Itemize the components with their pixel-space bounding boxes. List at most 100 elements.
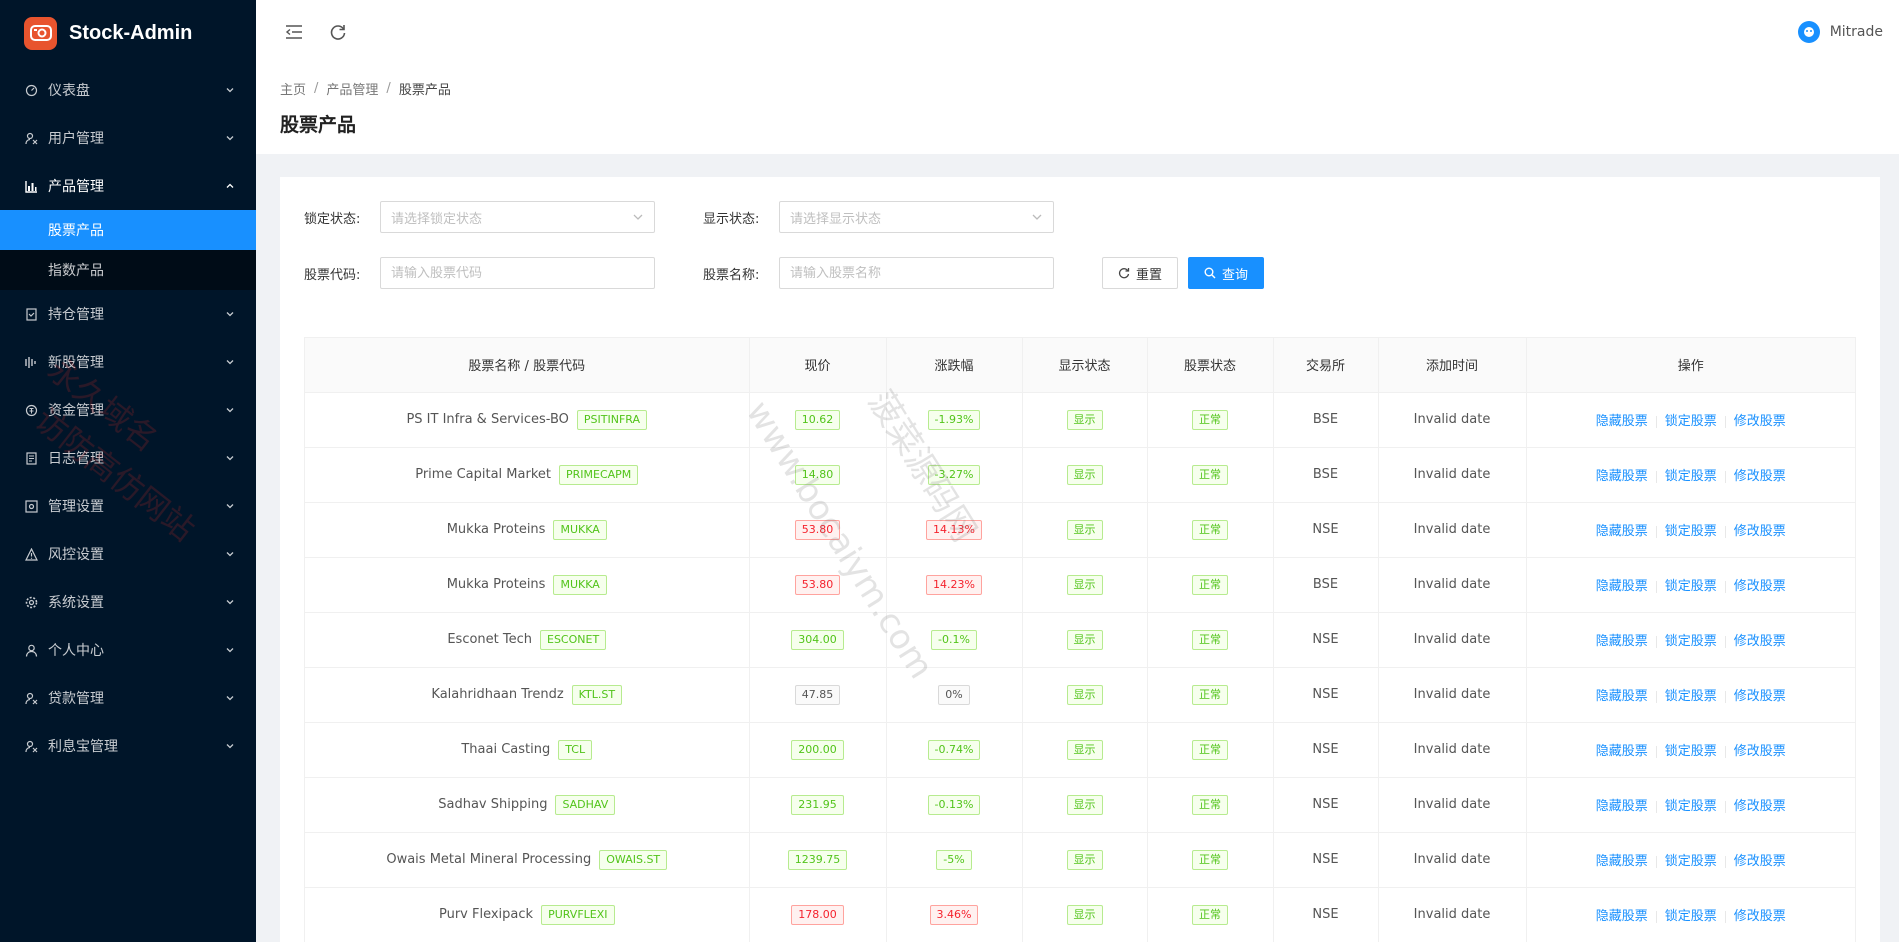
hide-stock-link[interactable]: 隐藏股票	[1596, 689, 1648, 704]
sidebar-item-label: 风控设置	[48, 547, 104, 563]
hide-stock-link[interactable]: 隐藏股票	[1596, 909, 1648, 924]
price-tag: 304.00	[791, 629, 844, 650]
hide-stock-link[interactable]: 隐藏股票	[1596, 469, 1648, 484]
table-header: 股票名称 / 股票代码 现价 涨跌幅 显示状态 股票状态 交易所 添加时间 操作	[305, 338, 1855, 393]
hide-stock-link[interactable]: 隐藏股票	[1596, 744, 1648, 759]
lock-stock-link[interactable]: 锁定股票	[1665, 799, 1717, 814]
edit-stock-link[interactable]: 修改股票	[1734, 744, 1786, 759]
lock-stock-link[interactable]: 锁定股票	[1665, 469, 1717, 484]
submenu-item[interactable]: 指数产品	[0, 250, 256, 290]
price-tag: 200.00	[791, 739, 844, 760]
chevron-down-icon	[224, 692, 236, 704]
edit-stock-link[interactable]: 修改股票	[1734, 854, 1786, 869]
sidebar-item[interactable]: 用户管理	[0, 114, 256, 162]
sidebar-item[interactable]: 资金管理	[0, 386, 256, 434]
sidebar-item[interactable]: 管理设置	[0, 482, 256, 530]
sidebar-item[interactable]: 个人中心	[0, 626, 256, 674]
breadcrumb: 主页 / 产品管理 / 股票产品	[280, 78, 1875, 98]
chevron-down-icon	[224, 740, 236, 752]
sidebar-item[interactable]: 仪表盘	[0, 66, 256, 114]
query-label: 查询	[1222, 267, 1249, 283]
lock-stock-link[interactable]: 锁定股票	[1665, 579, 1717, 594]
menu-fold-icon[interactable]	[278, 16, 310, 48]
reload-icon[interactable]	[322, 16, 354, 48]
hide-stock-link[interactable]: 隐藏股票	[1596, 579, 1648, 594]
divider	[1724, 470, 1726, 483]
chevron-down-icon	[224, 356, 236, 368]
hide-stock-link[interactable]: 隐藏股票	[1596, 414, 1648, 429]
hide-stock-link[interactable]: 隐藏股票	[1596, 799, 1648, 814]
hide-stock-link[interactable]: 隐藏股票	[1596, 854, 1648, 869]
change-tag: 14.13%	[926, 519, 982, 540]
ipo-icon	[24, 355, 38, 369]
sidebar-item[interactable]: 新股管理	[0, 338, 256, 386]
edit-stock-link[interactable]: 修改股票	[1734, 634, 1786, 649]
stock-name: Mukka Proteins	[446, 576, 546, 592]
show-status-tag: 显示	[1066, 849, 1103, 870]
price-tag: 14.80	[794, 464, 841, 485]
hide-stock-link[interactable]: 隐藏股票	[1596, 524, 1648, 539]
price-cell: 1239.75	[749, 832, 887, 888]
added-time-cell: Invalid date	[1378, 667, 1527, 723]
edit-stock-link[interactable]: 修改股票	[1734, 414, 1786, 429]
edit-stock-link[interactable]: 修改股票	[1734, 524, 1786, 539]
breadcrumb-product[interactable]: 产品管理	[326, 79, 378, 98]
hide-stock-link[interactable]: 隐藏股票	[1596, 634, 1648, 649]
stock-name: Purv Flexipack	[438, 906, 534, 922]
lock-stock-link[interactable]: 锁定股票	[1665, 689, 1717, 704]
sidebar-item[interactable]: 持仓管理	[0, 290, 256, 338]
exchange-cell: BSE	[1273, 447, 1379, 503]
sidebar-item[interactable]: 系统设置	[0, 578, 256, 626]
show-status-cell: 显示	[1022, 887, 1148, 942]
edit-stock-link[interactable]: 修改股票	[1734, 689, 1786, 704]
edit-stock-link[interactable]: 修改股票	[1734, 579, 1786, 594]
sidebar-item[interactable]: 产品管理	[0, 162, 256, 210]
sidebar-item-label: 产品管理	[48, 179, 104, 195]
submenu-item[interactable]: 股票产品	[0, 210, 256, 250]
reset-button[interactable]: 重置	[1102, 257, 1179, 289]
sidebar-item[interactable]: 风控设置	[0, 530, 256, 578]
lock-stock-link[interactable]: 锁定股票	[1665, 909, 1717, 924]
breadcrumb-home[interactable]: 主页	[280, 79, 306, 98]
sidebar-item[interactable]: 贷款管理	[0, 674, 256, 722]
stock-name-input[interactable]	[790, 265, 1043, 281]
stock-code-tag: PURVFLEXI	[541, 904, 615, 925]
lock-stock-link[interactable]: 锁定股票	[1665, 634, 1717, 649]
table-row: Mukka Proteins MUKKA 53.80 14.13% 显示 正常 NSE Inv…	[305, 502, 1855, 558]
lock-stock-link[interactable]: 锁定股票	[1665, 854, 1717, 869]
lock-stock-link[interactable]: 锁定股票	[1665, 524, 1717, 539]
chevron-down-icon	[224, 132, 236, 144]
table-row: Owais Metal Mineral Processing OWAIS.ST 12…	[305, 832, 1855, 888]
stock-name: Owais Metal Mineral Processing	[386, 851, 592, 867]
sidebar-item[interactable]: 利息宝管理	[0, 722, 256, 770]
show-status-tag: 显示	[1066, 519, 1103, 540]
log-icon	[24, 451, 38, 465]
edit-stock-link[interactable]: 修改股票	[1734, 909, 1786, 924]
added-time-cell: Invalid date	[1378, 612, 1527, 668]
edit-stock-link[interactable]: 修改股票	[1734, 799, 1786, 814]
submenu: 股票产品 指数产品	[0, 210, 256, 290]
exchange-cell: NSE	[1273, 612, 1379, 668]
exchange-cell: BSE	[1273, 392, 1379, 448]
sidebar-item[interactable]: 日志管理	[0, 434, 256, 482]
added-time-cell: Invalid date	[1378, 557, 1527, 613]
reset-label: 重置	[1136, 267, 1163, 283]
app-logo[interactable]: Stock-Admin	[0, 0, 256, 66]
edit-stock-link[interactable]: 修改股票	[1734, 469, 1786, 484]
stock-status-tag: 正常	[1192, 904, 1228, 925]
stock-status-cell: 正常	[1147, 392, 1274, 448]
change-cell: -1.93%	[886, 392, 1023, 448]
added-time-cell: Invalid date	[1378, 447, 1527, 503]
user-menu[interactable]: Mitrade	[1797, 0, 1883, 64]
lock-stock-link[interactable]: 锁定股票	[1665, 744, 1717, 759]
divider	[1655, 800, 1657, 813]
stock-name: Thaai Casting	[461, 741, 551, 757]
stock-name-cell: Esconet Tech ESCONET	[305, 612, 750, 668]
stock-name-label: 股票名称:	[703, 267, 760, 283]
query-button[interactable]: 查询	[1188, 257, 1265, 289]
lock-stock-link[interactable]: 锁定股票	[1665, 414, 1717, 429]
change-tag: 0%	[938, 684, 970, 705]
stock-code-input[interactable]	[391, 265, 644, 281]
lock-status-select[interactable]: 请选择锁定状态	[380, 201, 655, 233]
show-status-select[interactable]: 请选择显示状态	[779, 201, 1054, 233]
